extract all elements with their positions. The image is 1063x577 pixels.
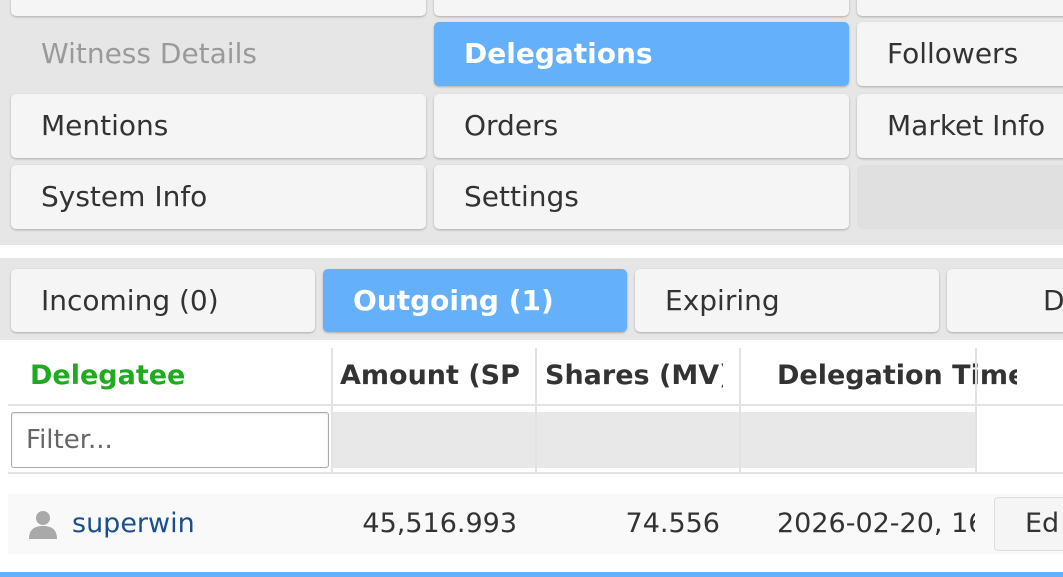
- bottom-accent-bar: [0, 572, 1063, 577]
- nav-button-top-1[interactable]: [11, 0, 426, 16]
- nav-button-top-2[interactable]: [434, 0, 849, 16]
- nav-market-info[interactable]: Market Info: [857, 94, 1063, 158]
- nav-mentions[interactable]: Mentions: [11, 94, 426, 158]
- filter-cell-time: [741, 412, 975, 468]
- column-header-amount[interactable]: Amount (SP): [340, 348, 522, 404]
- edit-button[interactable]: Ed: [994, 497, 1063, 551]
- nav-delegations[interactable]: Delegations: [434, 22, 849, 86]
- column-divider: [975, 348, 977, 474]
- nav-followers[interactable]: Followers: [857, 22, 1063, 86]
- user-icon: [29, 511, 57, 539]
- delegation-time-cell: 2026-02-20, 16:: [777, 508, 975, 539]
- nav-settings[interactable]: Settings: [434, 165, 849, 229]
- filter-cell-amount: [333, 412, 535, 468]
- amount-cell: 45,516.993: [362, 508, 517, 539]
- filter-cell-shares: [537, 412, 739, 468]
- nav-system-info[interactable]: System Info: [11, 165, 426, 229]
- delegatee-filter-input[interactable]: [11, 412, 329, 468]
- tab-incoming[interactable]: Incoming (0): [11, 269, 315, 332]
- tab-expiring[interactable]: Expiring: [635, 269, 939, 332]
- delegatee-link[interactable]: superwin: [72, 494, 322, 554]
- column-header-delegatee[interactable]: Delegatee: [30, 348, 320, 404]
- nav-orders[interactable]: Orders: [434, 94, 849, 158]
- nav-witness-details[interactable]: Witness Details: [11, 22, 426, 86]
- nav-empty-slot: [857, 165, 1063, 229]
- tab-outgoing[interactable]: Outgoing (1): [323, 269, 627, 332]
- tab-fourth[interactable]: D: [947, 269, 1063, 332]
- column-header-delegation-time[interactable]: Delegation Time: [777, 348, 1017, 404]
- nav-button-top-3[interactable]: [857, 0, 1063, 16]
- shares-cell: 74.556: [625, 508, 720, 539]
- column-header-shares[interactable]: Shares (MV): [545, 348, 723, 404]
